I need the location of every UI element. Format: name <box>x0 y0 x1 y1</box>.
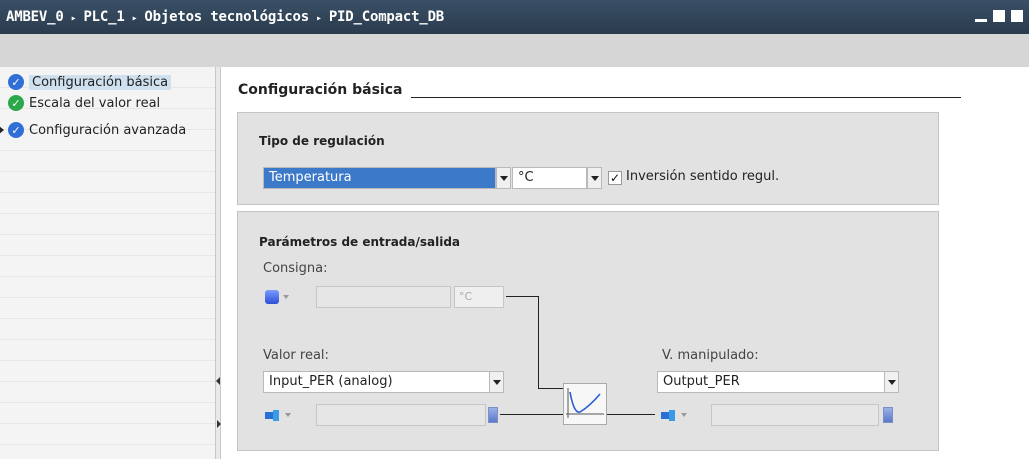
output-select[interactable]: Output_PER <box>657 371 892 393</box>
invert-label: Inversión sentido regul. <box>626 169 780 184</box>
invert-checkbox[interactable]: ✓ <box>608 171 622 185</box>
collapse-left-icon[interactable] <box>216 377 220 385</box>
chevron-down-icon <box>285 413 291 417</box>
nav-item-label: Configuración avanzada <box>29 122 187 138</box>
output-dropdown-icon[interactable] <box>884 371 899 393</box>
unit-select[interactable]: °C <box>512 167 587 189</box>
input-wire <box>500 414 563 415</box>
breadcrumb-separator-icon: ▸ <box>70 13 77 24</box>
database-icon <box>265 290 279 304</box>
regulation-type-dropdown-icon[interactable] <box>496 167 511 189</box>
title-underline <box>411 97 961 98</box>
tag-browse-icon[interactable] <box>488 407 498 423</box>
restore-icon[interactable] <box>993 10 1005 22</box>
setpoint-wire <box>538 296 539 388</box>
main-content: Configuración básica Tipo de regulación … <box>221 67 1029 459</box>
output-value: Output_PER <box>663 374 740 389</box>
expand-arrow-icon[interactable] <box>0 126 4 134</box>
check-circle-icon: ✓ <box>8 74 24 90</box>
input-value: Input_PER (analog) <box>269 374 393 389</box>
pid-curve-icon <box>566 388 604 418</box>
regulation-type-select[interactable]: Temperatura <box>263 167 496 189</box>
setpoint-unit-field: °C <box>454 286 504 308</box>
breadcrumb-separator-icon: ▸ <box>131 13 138 24</box>
output-wire <box>607 414 655 415</box>
window-controls <box>975 10 1023 22</box>
breadcrumb-item-tech-objects[interactable]: Objetos tecnológicos <box>144 9 309 25</box>
nav-item-advanced-config[interactable]: ✓ Configuración avanzada <box>8 120 186 140</box>
regulation-type-value: Temperatura <box>269 170 352 185</box>
breadcrumb-item-plc[interactable]: PLC_1 <box>83 9 124 25</box>
input-select[interactable]: Input_PER (analog) <box>263 371 496 393</box>
io-title: Parámetros de entrada/salida <box>259 235 461 249</box>
breadcrumb-separator-icon: ▸ <box>316 13 322 24</box>
nav-item-label: Configuración básica <box>29 74 172 90</box>
output-source-button[interactable] <box>657 404 701 426</box>
chevron-down-icon <box>283 295 289 299</box>
input-label: Valor real: <box>263 348 329 363</box>
breadcrumb: AMBEV_0 ▸ PLC_1 ▸ Objetos tecnológicos ▸ PID_C… <box>6 9 444 25</box>
minimize-icon[interactable] <box>975 10 987 22</box>
io-connector-icon <box>661 409 677 421</box>
nav-item-scale[interactable]: ✓ Escala del valor real <box>8 93 160 113</box>
io-panel: Parámetros de entrada/salida Consigna: °… <box>237 211 939 451</box>
check-circle-icon: ✓ <box>8 95 24 111</box>
chevron-down-icon <box>681 413 687 417</box>
setpoint-wire <box>506 296 539 297</box>
setpoint-label: Consigna: <box>263 261 328 276</box>
check-circle-icon: ✓ <box>8 122 24 138</box>
sidebar-nav: ✓ Configuración básica ✓ Escala del valo… <box>0 67 215 459</box>
regulation-panel: Tipo de regulación Temperatura °C ✓ Inve… <box>237 112 939 205</box>
setpoint-field <box>316 286 451 308</box>
input-dropdown-icon[interactable] <box>489 371 504 393</box>
page-title: Configuración básica <box>238 82 403 98</box>
regulation-title: Tipo de regulación <box>259 134 385 148</box>
breadcrumb-item-project[interactable]: AMBEV_0 <box>6 9 64 25</box>
maximize-icon[interactable] <box>1011 10 1023 22</box>
input-address-field <box>316 404 486 426</box>
breadcrumb-item-pid-db: PID_Compact_DB <box>328 9 445 25</box>
output-label: V. manipulado: <box>662 348 759 363</box>
checkmark-icon: ✓ <box>609 171 621 185</box>
pid-controller-icon <box>563 383 607 425</box>
unit-dropdown-icon[interactable] <box>587 167 602 189</box>
unit-value: °C <box>518 170 534 185</box>
io-connector-icon <box>265 409 281 421</box>
input-source-button[interactable] <box>261 404 305 426</box>
setpoint-wire <box>538 388 563 389</box>
setpoint-source-button[interactable] <box>261 286 305 308</box>
setpoint-unit: °C <box>459 290 473 303</box>
toolbar-band <box>0 34 1029 67</box>
nav-item-label: Escala del valor real <box>29 95 161 111</box>
nav-item-basic-config[interactable]: ✓ Configuración básica <box>8 72 172 92</box>
tag-browse-icon[interactable] <box>883 407 893 423</box>
output-address-field <box>711 404 879 426</box>
title-bar: AMBEV_0 ▸ PLC_1 ▸ Objetos tecnológicos ▸ PID_C… <box>0 0 1029 34</box>
